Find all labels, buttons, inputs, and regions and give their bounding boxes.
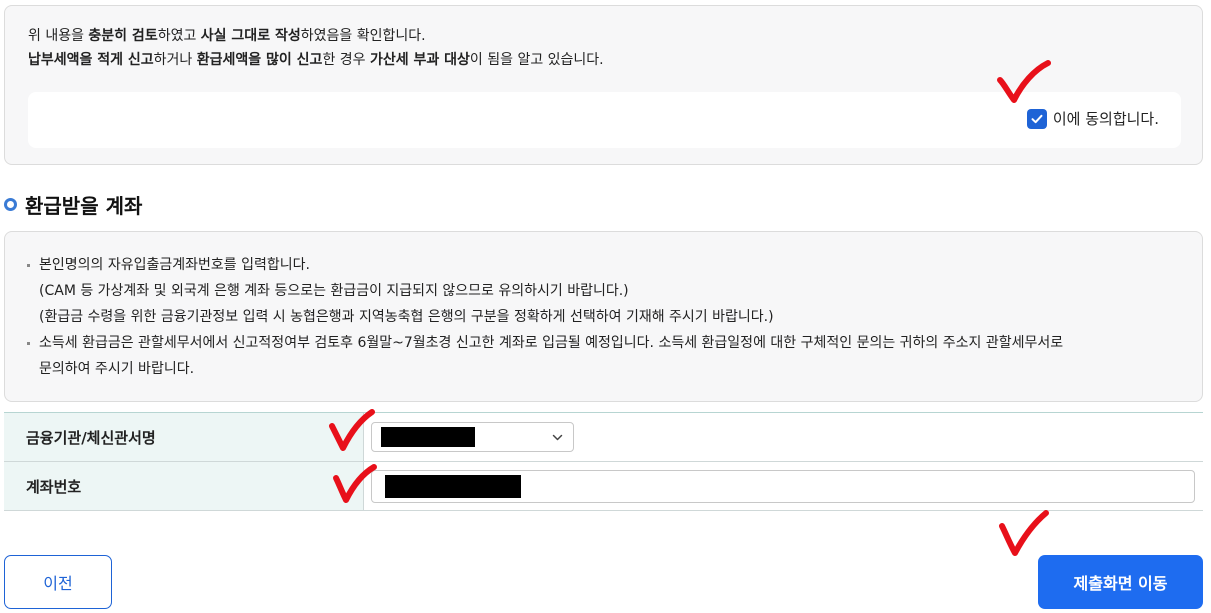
section-title: 환급받을 계좌: [4, 190, 142, 219]
check-icon: [1031, 114, 1043, 123]
line1-segment: 하였고: [157, 28, 201, 44]
line1-segment: 사실 그대로 작성: [200, 28, 301, 44]
account-row: 계좌번호: [4, 462, 1203, 510]
bank-cell: [364, 413, 1203, 461]
line1-segment: 하였음을 확인합니다.: [300, 28, 426, 44]
line1-segment: 위 내용을: [28, 28, 89, 44]
notice-line: 본인명의의 자유입출금계좌번호를 입력합니다.: [27, 252, 1177, 278]
section-title-text: 환급받을 계좌: [25, 194, 143, 218]
line2-segment: 납부세액을 적게 신고: [28, 52, 154, 68]
red-checkmark-bank: [329, 409, 375, 451]
redacted-account-number: [385, 474, 521, 498]
redacted-bank-name: [381, 427, 475, 447]
line2-segment: 한 경우: [322, 52, 370, 68]
chevron-down-icon: [552, 434, 563, 441]
confirmation-line-2: 납부세액을 적게 신고하거나 환급세액을 많이 신고한 경우 가산세 부과 대상…: [28, 48, 604, 72]
notice-list: 본인명의의 자유입출금계좌번호를 입력합니다. (CAM 등 가상계좌 및 외국계…: [27, 252, 1177, 382]
bank-row: 금융기관/체신관서명: [4, 413, 1203, 462]
account-label: 계좌번호: [4, 462, 364, 510]
account-number-input[interactable]: [371, 469, 1195, 503]
confirmation-line-1: 위 내용을 충분히 검토하였고 사실 그대로 작성하였음을 확인합니다.: [28, 24, 604, 48]
agree-label: 이에 동의합니다.: [1052, 110, 1159, 128]
notice-line: (환급금 수령을 위한 금융기관정보 입력 시 농협은행과 지역농축협 은행의 …: [39, 309, 774, 325]
account-form-table: 금융기관/체신관서명 계좌번호: [4, 412, 1203, 511]
line2-segment: 가산세 부과 대상: [369, 52, 470, 68]
submit-screen-button[interactable]: 제출화면 이동: [1038, 555, 1203, 609]
red-checkmark-submit: [999, 510, 1049, 556]
red-checkmark-account: [333, 464, 377, 503]
agree-checkbox[interactable]: [1026, 108, 1047, 129]
bank-select[interactable]: [371, 422, 574, 452]
notice-line: 소득세 환급금은 관할세무서에서 신고적정여부 검토후 6월말~7월초경 신고한…: [27, 330, 1177, 356]
line2-segment: 환급세액을 많이 신고: [196, 52, 323, 68]
agree-checkbox-row[interactable]: 이에 동의합니다.: [1026, 108, 1159, 129]
line2-segment: 이 됨을 알고 있습니다.: [469, 52, 604, 68]
line1-segment: 충분히 검토: [88, 28, 158, 44]
red-checkmark-agree: [997, 60, 1051, 103]
line2-segment: 하거나: [153, 52, 197, 68]
notice-line: 문의하여 주시기 바랍니다.: [39, 361, 195, 377]
bank-label: 금융기관/체신관서명: [4, 413, 364, 461]
notice-box: 본인명의의 자유입출금계좌번호를 입력합니다. (CAM 등 가상계좌 및 외국계…: [4, 231, 1203, 402]
page: 위 내용을 충분히 검토하였고 사실 그대로 작성하였음을 확인합니다. 납부세…: [0, 0, 1211, 613]
confirmation-text: 위 내용을 충분히 검토하였고 사실 그대로 작성하였음을 확인합니다. 납부세…: [28, 24, 604, 72]
ring-bullet-icon: [4, 198, 17, 211]
account-cell: [364, 462, 1203, 510]
prev-button[interactable]: 이전: [4, 555, 112, 609]
notice-line: (CAM 등 가상계좌 및 외국계 은행 계좌 등으로는 환급금이 지급되지 않…: [39, 283, 629, 299]
